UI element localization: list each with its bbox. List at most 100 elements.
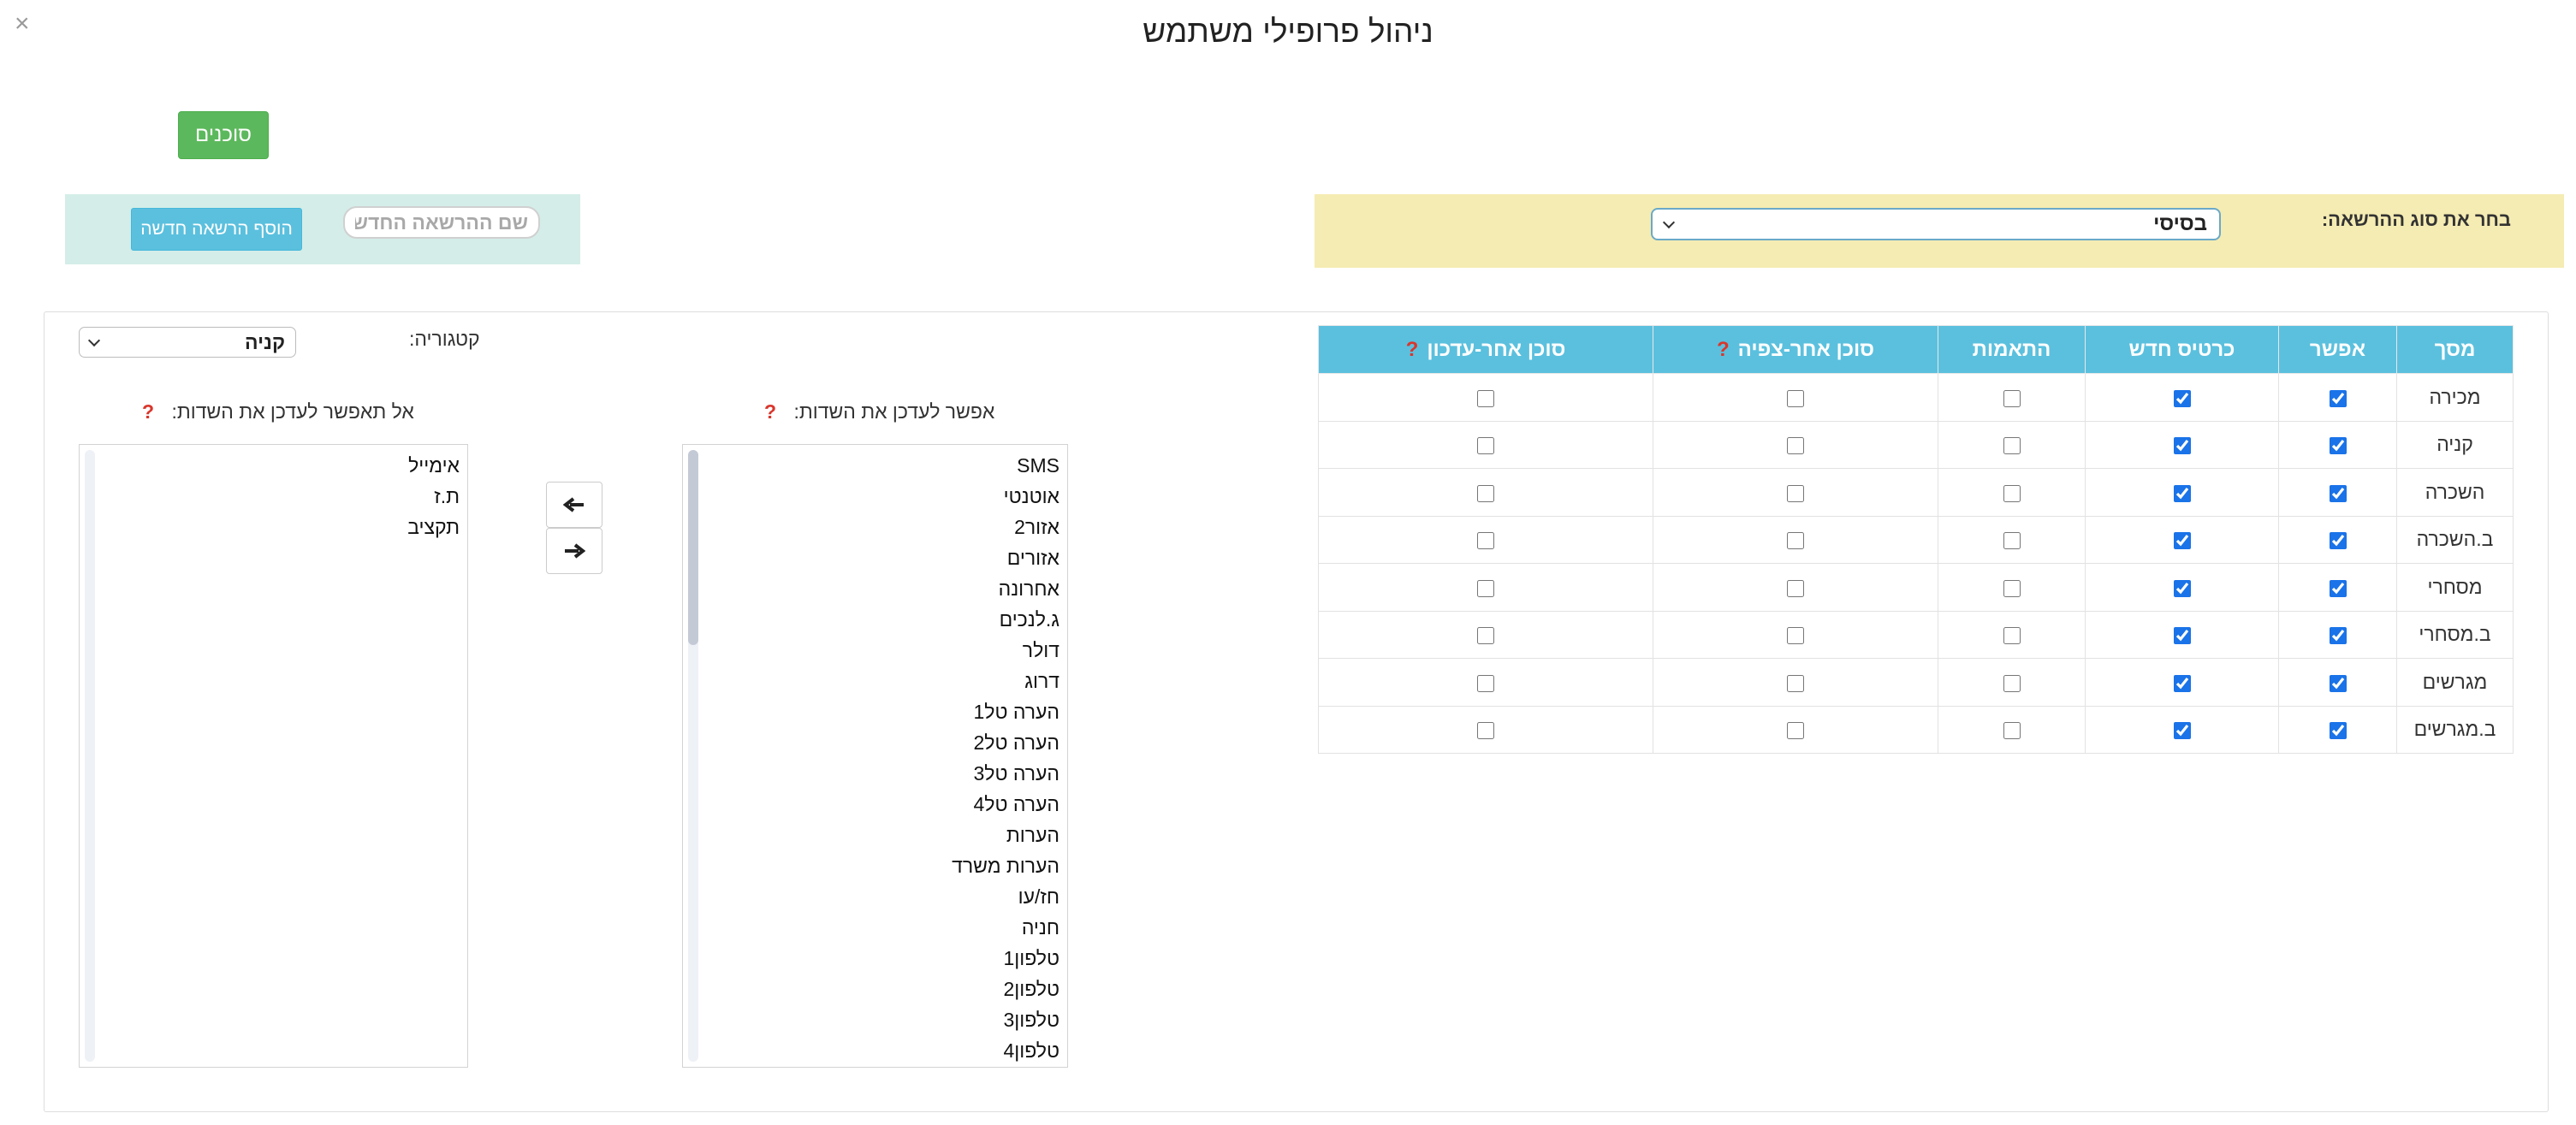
checkbox-cell: [2278, 563, 2397, 612]
matches-checkbox[interactable]: [2003, 532, 2021, 550]
matches-checkbox[interactable]: [2003, 579, 2021, 597]
arrow-right-icon: [565, 543, 585, 559]
other-agent-update-checkbox[interactable]: [1477, 627, 1494, 645]
list-item[interactable]: הערות: [952, 820, 1059, 850]
other-agent-update-checkbox[interactable]: [1477, 532, 1494, 550]
disallowed-fields-label: אל תאפשר לעדכן את השדות:: [171, 400, 414, 423]
matches-checkbox[interactable]: [2003, 389, 2021, 407]
help-icon[interactable]: ?: [142, 400, 154, 423]
allow-checkbox[interactable]: [2329, 389, 2347, 407]
new-card-checkbox[interactable]: [2173, 437, 2191, 455]
new-card-checkbox[interactable]: [2173, 579, 2191, 597]
other-agent-update-checkbox[interactable]: [1477, 674, 1494, 692]
matches-checkbox[interactable]: [2003, 722, 2021, 740]
help-icon[interactable]: ?: [1406, 338, 1419, 361]
checkbox-cell: [2085, 420, 2279, 469]
list-item[interactable]: אזורים: [952, 542, 1059, 573]
table-header-row: מסך אפשר כרטיס חדש התאמות סוכן אחר-צפיה? סוכן…: [1318, 325, 2514, 374]
move-right-button[interactable]: [546, 528, 602, 574]
move-left-button[interactable]: [546, 482, 602, 528]
list-item[interactable]: תקציב: [407, 512, 460, 542]
new-card-checkbox[interactable]: [2173, 532, 2191, 550]
list-item[interactable]: חניה: [952, 912, 1059, 943]
other-agent-view-checkbox[interactable]: [1787, 437, 1804, 455]
list-item[interactable]: הערה טל4: [952, 789, 1059, 820]
other-agent-view-checkbox[interactable]: [1787, 627, 1804, 645]
other-agent-update-checkbox[interactable]: [1477, 437, 1494, 455]
list-item[interactable]: ת.ז: [407, 481, 460, 512]
category-select[interactable]: קניה: [79, 327, 296, 358]
other-agent-view-checkbox[interactable]: [1787, 722, 1804, 740]
column-header: סוכן אחר-עדכון?: [1318, 325, 1653, 374]
other-agent-update-checkbox[interactable]: [1477, 579, 1494, 597]
new-card-checkbox[interactable]: [2173, 674, 2191, 692]
matches-checkbox[interactable]: [2003, 674, 2021, 692]
add-permission-button[interactable]: הוסף הרשאה חדשה: [131, 208, 302, 251]
new-card-checkbox[interactable]: [2173, 627, 2191, 645]
screen-name-cell: מכירה: [2396, 373, 2514, 422]
list-item[interactable]: הערה טל2: [952, 727, 1059, 758]
list-item[interactable]: אזור2: [952, 512, 1059, 542]
new-card-checkbox[interactable]: [2173, 389, 2191, 407]
allow-checkbox[interactable]: [2329, 437, 2347, 455]
list-item[interactable]: אחרונה: [952, 573, 1059, 604]
list-item[interactable]: חז/עו: [952, 881, 1059, 912]
scrollbar-thumb[interactable]: [688, 450, 698, 645]
new-card-checkbox[interactable]: [2173, 484, 2191, 502]
matches-checkbox[interactable]: [2003, 627, 2021, 645]
checkbox-cell: [1653, 420, 1938, 469]
list-item[interactable]: טלפון3: [952, 1004, 1059, 1035]
list-item[interactable]: דרוג: [952, 666, 1059, 696]
list-item[interactable]: ג.לנכים: [952, 604, 1059, 635]
list-item[interactable]: אוטנטי: [952, 481, 1059, 512]
other-agent-update-checkbox[interactable]: [1477, 389, 1494, 407]
list-item[interactable]: הערה טל3: [952, 758, 1059, 789]
checkbox-cell: [1318, 515, 1653, 564]
checkbox-cell: [1938, 610, 2086, 659]
screen-name-cell: מגרשים: [2396, 658, 2514, 707]
matches-checkbox[interactable]: [2003, 437, 2021, 455]
list-item[interactable]: SMS: [952, 450, 1059, 481]
list-item[interactable]: טלפון2: [952, 974, 1059, 1004]
checkbox-cell: [2278, 705, 2397, 754]
checkbox-cell: [1938, 705, 2086, 754]
checkbox-cell: [1318, 373, 1653, 422]
list-item[interactable]: אימייל: [407, 450, 460, 481]
scrollbar-track[interactable]: [85, 450, 95, 1062]
other-agent-view-checkbox[interactable]: [1787, 674, 1804, 692]
checkbox-cell: [1653, 658, 1938, 707]
allow-checkbox[interactable]: [2329, 627, 2347, 645]
allow-checkbox[interactable]: [2329, 674, 2347, 692]
list-item[interactable]: הערות משרד: [952, 850, 1059, 881]
screen-name-cell: ב.מסחרי: [2396, 610, 2514, 659]
checkbox-cell: [2278, 468, 2397, 517]
other-agent-view-checkbox[interactable]: [1787, 532, 1804, 550]
other-agent-update-checkbox[interactable]: [1477, 722, 1494, 740]
checkbox-cell: [1318, 658, 1653, 707]
allow-checkbox[interactable]: [2329, 579, 2347, 597]
other-agent-view-checkbox[interactable]: [1787, 579, 1804, 597]
checkbox-cell: [1938, 373, 2086, 422]
permission-type-select[interactable]: בסיסי: [1651, 208, 2221, 240]
agents-button[interactable]: סוכנים: [178, 111, 269, 159]
matches-checkbox[interactable]: [2003, 484, 2021, 502]
permission-name-input[interactable]: [343, 206, 540, 239]
allowed-fields-list[interactable]: SMS אוטנטי אזור2 אזורים אחרונה ג.לנכים דולר דרו…: [682, 444, 1068, 1068]
checkbox-cell: [2085, 705, 2279, 754]
list-item[interactable]: טלפון1: [952, 943, 1059, 974]
scrollbar-track[interactable]: [688, 450, 698, 1062]
help-icon[interactable]: ?: [1717, 338, 1730, 361]
allow-checkbox[interactable]: [2329, 722, 2347, 740]
allow-checkbox[interactable]: [2329, 532, 2347, 550]
list-item[interactable]: דולר: [952, 635, 1059, 666]
disallowed-fields-list[interactable]: אימייל ת.ז תקציב: [79, 444, 468, 1068]
list-item[interactable]: טלפון4: [952, 1035, 1059, 1066]
other-agent-view-checkbox[interactable]: [1787, 389, 1804, 407]
other-agent-view-checkbox[interactable]: [1787, 484, 1804, 502]
allow-checkbox[interactable]: [2329, 484, 2347, 502]
other-agent-update-checkbox[interactable]: [1477, 484, 1494, 502]
permission-type-panel: בחר את סוג ההרשאה: בסיסי: [1315, 194, 2564, 268]
help-icon[interactable]: ?: [764, 400, 776, 423]
list-item[interactable]: הערה טל1: [952, 696, 1059, 727]
new-card-checkbox[interactable]: [2173, 722, 2191, 740]
